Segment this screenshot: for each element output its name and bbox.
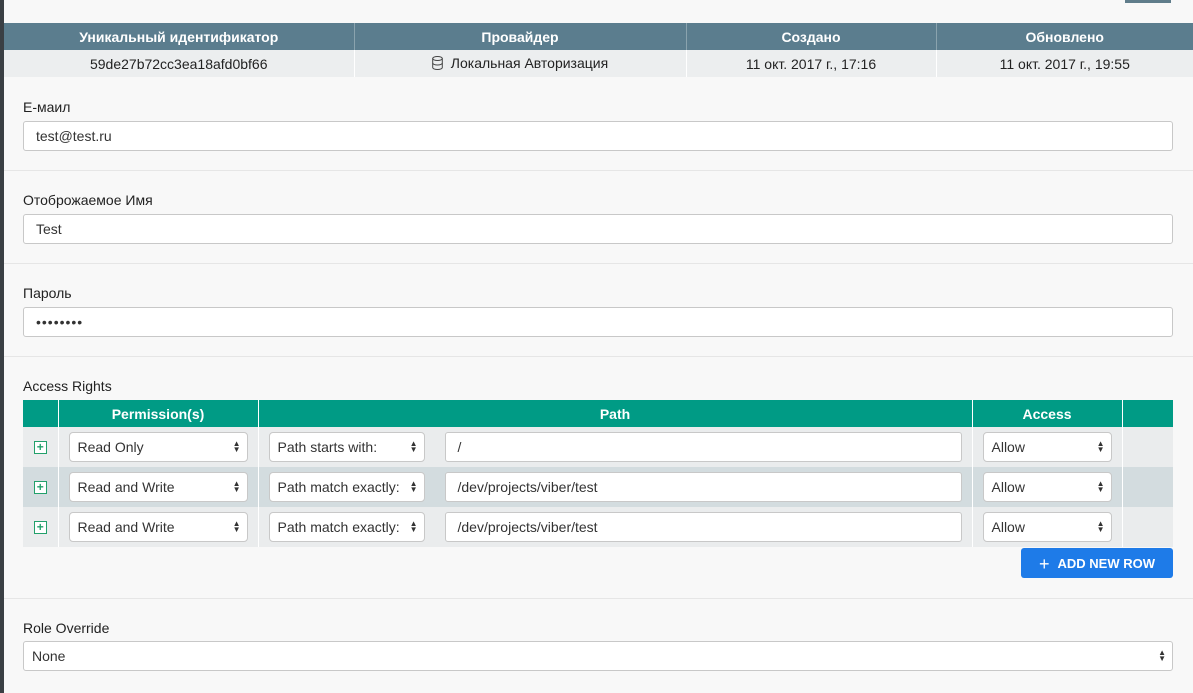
- role-override-label: Role Override: [23, 620, 110, 636]
- password-label: Пароль: [23, 285, 72, 301]
- display-name-field[interactable]: Test: [23, 214, 1173, 244]
- display-name-label: Отоброжаемое Имя: [23, 192, 153, 208]
- access-rights-grid: Permission(s) Path Access + Read Only ▲ ▼ …: [23, 400, 1173, 547]
- table-row: + Read and Write ▲ ▼ Path match exactly: ▲ ▼…: [23, 467, 1173, 507]
- add-new-row-button[interactable]: + ADD NEW ROW: [1021, 548, 1173, 578]
- plus-square-icon[interactable]: +: [33, 440, 47, 454]
- access-rights-label: Access Rights: [23, 378, 112, 394]
- email-field[interactable]: test@test.ru: [23, 121, 1173, 151]
- database-icon: [431, 55, 443, 73]
- table-row: + Read Only ▲ ▼ Path starts with: ▲ ▼ / Allo…: [23, 427, 1173, 467]
- email-label: E-маил: [23, 99, 71, 115]
- select-arrows-icon: ▲ ▼: [1158, 648, 1166, 663]
- select-arrows-icon: ▲ ▼: [1096, 479, 1105, 494]
- access-select[interactable]: Allow ▲ ▼: [982, 472, 1112, 502]
- select-arrows-icon: ▲ ▼: [409, 479, 418, 494]
- plus-square-icon[interactable]: +: [33, 480, 47, 494]
- path-input[interactable]: /: [444, 432, 962, 462]
- password-section: Пароль ••••••••: [4, 264, 1193, 357]
- display-name-section: Отоброжаемое Имя Test: [4, 171, 1193, 264]
- role-override-select[interactable]: None ▲ ▼: [23, 641, 1173, 671]
- path-match-select[interactable]: Path match exactly: ▲ ▼: [268, 472, 425, 502]
- permission-select[interactable]: Read Only ▲ ▼: [68, 432, 248, 462]
- grid-header-permissions: Permission(s): [58, 400, 259, 427]
- plus-icon: +: [1038, 554, 1050, 574]
- provider-value: Локальная Авторизация: [450, 54, 609, 71]
- email-section: E-маил test@test.ru: [4, 78, 1193, 171]
- path-input[interactable]: /dev/projects/viber/test: [444, 512, 962, 542]
- path-input[interactable]: /dev/projects/viber/test: [444, 472, 962, 502]
- password-field[interactable]: ••••••••: [23, 307, 1173, 337]
- user-info-table: Уникальный идентификатор Провайдер Созда…: [4, 23, 1193, 77]
- permission-select[interactable]: Read and Write ▲ ▼: [68, 472, 248, 502]
- user-id-value: 59de27b72cc3ea18afd0bf66: [4, 50, 355, 77]
- access-select[interactable]: Allow ▲ ▼: [982, 432, 1112, 462]
- select-arrows-icon: ▲ ▼: [409, 439, 418, 454]
- path-match-select[interactable]: Path starts with: ▲ ▼: [268, 432, 425, 462]
- provider-cell: Локальная Авторизация: [354, 50, 687, 77]
- header-created: Создано: [686, 23, 937, 50]
- select-arrows-icon: ▲ ▼: [1096, 519, 1105, 534]
- updated-value: 11 окт. 2017 г., 19:55: [936, 50, 1193, 77]
- header-updated: Обновлено: [936, 23, 1193, 50]
- select-arrows-icon: ▲ ▼: [1096, 439, 1105, 454]
- permission-select[interactable]: Read and Write ▲ ▼: [68, 512, 248, 542]
- table-row: + Read and Write ▲ ▼ Path match exactly: ▲ ▼…: [23, 507, 1173, 547]
- add-new-row-label: ADD NEW ROW: [1057, 556, 1156, 571]
- select-arrows-icon: ▲ ▼: [409, 519, 418, 534]
- select-arrows-icon: ▲ ▼: [232, 479, 241, 494]
- select-arrows-icon: ▲ ▼: [232, 439, 241, 454]
- grid-header-extra: [1122, 400, 1173, 427]
- plus-square-icon[interactable]: +: [33, 520, 47, 534]
- grid-header-path: Path: [258, 400, 973, 427]
- grid-header-access: Access: [972, 400, 1123, 427]
- header-provider: Провайдер: [354, 23, 687, 50]
- path-match-select[interactable]: Path match exactly: ▲ ▼: [268, 512, 425, 542]
- created-value: 11 окт. 2017 г., 17:16: [686, 50, 937, 77]
- top-right-button[interactable]: [1125, 0, 1171, 3]
- header-unique-id: Уникальный идентификатор: [4, 23, 355, 50]
- grid-header-add: [23, 400, 59, 427]
- access-select[interactable]: Allow ▲ ▼: [982, 512, 1112, 542]
- select-arrows-icon: ▲ ▼: [232, 519, 241, 534]
